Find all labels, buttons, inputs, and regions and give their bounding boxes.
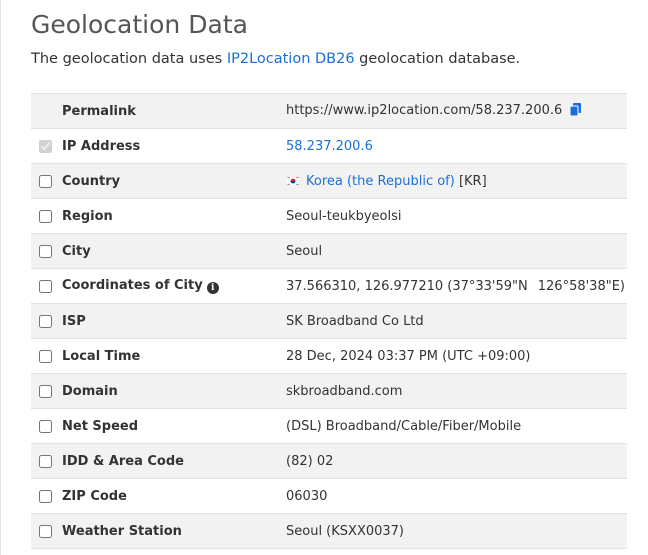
table-row-region: Region Seoul-teukbyeolsi: [31, 198, 627, 234]
region-checkbox[interactable]: [39, 209, 52, 223]
row-label: Local Time: [62, 348, 141, 364]
permalink-text: https://www.ip2location.com/58.237.200.6: [286, 102, 563, 118]
south-korea-flag-icon: [285, 175, 301, 186]
checkbox-cell: [31, 514, 62, 549]
row-label: Permalink: [62, 103, 136, 119]
row-label: Region: [62, 208, 113, 224]
country-checkbox[interactable]: [39, 174, 52, 188]
row-label: Country: [62, 173, 121, 189]
ip-address-link[interactable]: 58.237.200.6: [286, 139, 373, 154]
subtitle-text-pre: The geolocation data uses: [31, 51, 227, 67]
checkbox-cell: [31, 269, 62, 304]
table-row-ip-address: IP Address 58.237.200.6: [31, 128, 627, 164]
row-value: Korea (the Republic of) [KR]: [285, 164, 627, 199]
zip-code-checkbox[interactable]: [39, 489, 52, 503]
row-value: 58.237.200.6: [286, 129, 627, 164]
coordinates-value-longitude: 126°58'38"E): [537, 278, 625, 294]
checkbox-cell: [31, 444, 62, 479]
checkbox-cell: [31, 409, 62, 444]
page-subtitle: The geolocation data uses IP2Location DB…: [31, 51, 520, 67]
checkbox-cell: [31, 129, 62, 164]
idd-area-code-checkbox[interactable]: [39, 454, 52, 468]
table-row-local-time: Local Time 28 Dec, 2024 03:37 PM (UTC +0…: [31, 338, 627, 374]
checkbox-cell: [31, 164, 62, 199]
row-label: Domain: [62, 383, 118, 399]
country-code: [KR]: [454, 173, 487, 189]
coordinates-checkbox[interactable]: [39, 279, 52, 293]
table-row-net-speed: Net Speed (DSL) Broadband/Cable/Fiber/Mo…: [31, 408, 627, 444]
row-label: IP Address: [62, 138, 141, 154]
table-row-zip-code: ZIP Code 06030: [31, 478, 627, 514]
copy-icon[interactable]: [569, 102, 582, 120]
net-speed-checkbox[interactable]: [39, 419, 52, 433]
geolocation-table: Permalink https://www.ip2location.com/58…: [31, 93, 627, 549]
checkbox-cell: [31, 374, 62, 409]
info-icon[interactable]: i: [206, 282, 219, 294]
subtitle-text-post: geolocation database.: [354, 51, 521, 67]
city-checkbox[interactable]: [39, 244, 52, 258]
row-value: SK Broadband Co Ltd: [286, 313, 424, 329]
weather-station-checkbox[interactable]: [39, 524, 52, 538]
row-value: skbroadband.com: [286, 383, 403, 399]
table-row-idd-area-code: IDD & Area Code (82) 02: [31, 443, 627, 479]
checkbox-cell: [31, 339, 62, 374]
checkbox-cell: [31, 94, 62, 129]
row-value: Seoul-teukbyeolsi: [286, 208, 402, 224]
table-row-coordinates: Coordinates of City i 37.566310, 126.9772…: [31, 268, 627, 304]
local-time-checkbox[interactable]: [39, 349, 52, 363]
row-value: https://www.ip2location.com/58.237.200.6: [286, 94, 627, 129]
row-label: ZIP Code: [62, 488, 127, 504]
row-label: City: [62, 243, 91, 259]
row-value: Seoul: [286, 243, 323, 259]
page-title: Geolocation Data: [31, 10, 248, 39]
row-value: (82) 02: [286, 453, 334, 469]
table-row-country: Country Korea (the Republic of) [KR]: [31, 163, 627, 199]
country-link[interactable]: Korea (the Republic of): [306, 174, 455, 189]
checkbox-cell: [31, 304, 62, 339]
table-row-permalink: Permalink https://www.ip2location.com/58…: [31, 93, 627, 129]
row-value: Seoul (KSXX0037): [286, 523, 405, 539]
row-label: Coordinates of City i: [62, 269, 286, 304]
row-label: IDD & Area Code: [62, 453, 184, 469]
ip-address-checkbox[interactable]: [39, 139, 52, 153]
database-link[interactable]: IP2Location DB26: [227, 51, 355, 67]
checkbox-cell: [31, 234, 62, 269]
table-row-weather-station: Weather Station Seoul (KSXX0037): [31, 513, 627, 549]
row-value: 37.566310, 126.977210 (37°33'59"N 126°58'…: [286, 269, 627, 304]
row-label: Weather Station: [62, 523, 182, 539]
checkbox-cell: [31, 199, 62, 234]
checkbox-cell: [31, 479, 62, 514]
table-row-domain: Domain skbroadband.com: [31, 373, 627, 409]
row-value: (DSL) Broadband/Cable/Fiber/Mobile: [286, 418, 522, 434]
row-label: ISP: [62, 313, 86, 329]
table-row-isp: ISP SK Broadband Co Ltd: [31, 303, 627, 339]
table-row-city: City Seoul: [31, 233, 627, 269]
isp-checkbox[interactable]: [39, 314, 52, 328]
coordinates-label: Coordinates of City: [62, 278, 203, 293]
coordinates-value: 37.566310, 126.977210 (37°33'59"N: [286, 278, 528, 294]
domain-checkbox[interactable]: [39, 384, 52, 398]
row-value: 06030: [286, 488, 328, 504]
row-label: Net Speed: [62, 418, 139, 434]
geolocation-page: Geolocation Data The geolocation data us…: [0, 0, 648, 555]
row-value: 28 Dec, 2024 03:37 PM (UTC +09:00): [286, 348, 531, 364]
